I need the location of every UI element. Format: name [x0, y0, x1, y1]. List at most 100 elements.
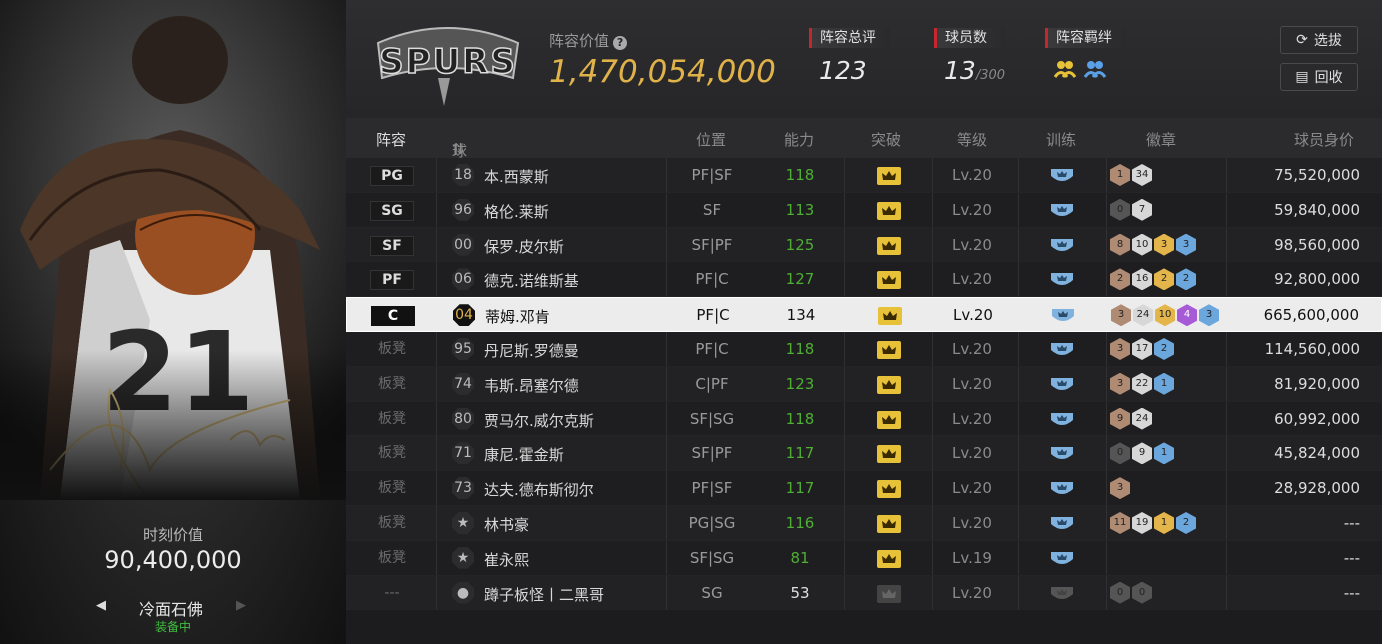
player-name[interactable]: 康尼.霍金斯	[484, 444, 564, 465]
player-name[interactable]: 韦斯.昂塞尔德	[484, 375, 579, 396]
badge-icon[interactable]: 2	[1110, 268, 1130, 291]
table-row[interactable]: PF 06 德克.诺维斯基 PF|C 127 Lv.20 2 16 2 2 92,800,000	[346, 262, 1382, 298]
badge-icon[interactable]: 3	[1176, 233, 1196, 256]
badge-icon[interactable]: 7	[1132, 198, 1152, 221]
badge-icon[interactable]: 1	[1154, 511, 1174, 534]
table-row[interactable]: PG 18 本.西蒙斯 PF|SF 118 Lv.20 1 34 75,520,000	[346, 158, 1382, 193]
table-row[interactable]: 板凳 ★ 林书豪 PG|SG 116 Lv.20 11 19 1 2 ---	[346, 505, 1382, 541]
player-name[interactable]: 蒂姆.邓肯	[485, 306, 550, 327]
badge-icon[interactable]: 17	[1132, 337, 1152, 360]
table-row[interactable]: C 04 蒂姆.邓肯 PF|C 134 Lv.20 3 24 10 4 3 665,600,000	[346, 297, 1382, 332]
badge-icon[interactable]: 22	[1132, 372, 1152, 395]
breakthrough-crown-icon[interactable]	[877, 480, 901, 499]
bond-gold-icon[interactable]	[1053, 58, 1077, 78]
breakthrough-crown-icon[interactable]	[877, 201, 901, 220]
lineup-slot[interactable]: 板凳	[370, 479, 414, 499]
badge-icon[interactable]: 1	[1154, 372, 1174, 395]
table-row[interactable]: SF 00 保罗.皮尔斯 SF|PF 125 Lv.20 8 10 3 3 98,560,000	[346, 227, 1382, 263]
badge-icon[interactable]: 10	[1155, 304, 1175, 327]
breakthrough-crown-icon[interactable]	[877, 375, 901, 394]
badge-icon[interactable]: 2	[1176, 268, 1196, 291]
badge-icon[interactable]: 19	[1132, 511, 1152, 534]
breakthrough-crown-icon[interactable]	[877, 514, 901, 533]
breakthrough-crown-icon[interactable]	[877, 340, 901, 359]
training-shield-icon[interactable]	[1049, 306, 1077, 326]
player-name[interactable]: 保罗.皮尔斯	[484, 236, 564, 257]
table-row[interactable]: 板凳 ★ 崔永熙 SF|SG 81 Lv.19 ---	[346, 540, 1382, 576]
badge-icon[interactable]: 1	[1154, 442, 1174, 465]
training-shield-icon[interactable]	[1048, 375, 1076, 395]
badge-icon[interactable]: 3	[1111, 304, 1131, 327]
badge-icon[interactable]: 9	[1132, 442, 1152, 465]
player-name[interactable]: 本.西蒙斯	[484, 166, 549, 187]
breakthrough-crown-icon[interactable]	[877, 167, 901, 185]
training-shield-icon[interactable]	[1048, 236, 1076, 256]
lineup-slot[interactable]: 板凳	[370, 340, 414, 360]
training-shield-icon[interactable]	[1048, 340, 1076, 360]
badge-icon[interactable]: 3	[1110, 477, 1130, 500]
table-row[interactable]: 板凳 80 贾马尔.威尔克斯 SF|SG 118 Lv.20 9 24 60,992,000	[346, 401, 1382, 437]
lineup-slot[interactable]: SG	[370, 200, 414, 221]
breakthrough-crown-icon[interactable]	[877, 271, 901, 290]
player-name[interactable]: 达夫.德布斯彻尔	[484, 479, 594, 500]
training-shield-icon[interactable]	[1048, 514, 1076, 534]
lineup-slot[interactable]: 板凳	[370, 549, 414, 569]
badge-icon[interactable]: 0	[1132, 581, 1152, 604]
lineup-slot[interactable]: 板凳	[370, 514, 414, 534]
training-shield-icon[interactable]	[1048, 201, 1076, 221]
training-shield-icon[interactable]	[1048, 584, 1076, 604]
player-name[interactable]: 蹲子板怪丨二黑哥	[484, 584, 604, 605]
table-row[interactable]: --- ● 蹲子板怪丨二黑哥 SG 53 Lv.20 0 0 ---	[346, 575, 1382, 611]
lineup-slot[interactable]: ---	[370, 584, 414, 604]
breakthrough-crown-icon[interactable]	[877, 549, 901, 568]
badge-icon[interactable]: 34	[1132, 164, 1152, 186]
lineup-slot[interactable]: 板凳	[370, 410, 414, 430]
help-icon[interactable]: ?	[613, 36, 628, 50]
lineup-slot[interactable]: 板凳	[370, 444, 414, 464]
breakthrough-crown-icon[interactable]	[877, 410, 901, 429]
badge-icon[interactable]: 9	[1110, 407, 1130, 430]
training-shield-icon[interactable]	[1048, 410, 1076, 430]
table-row[interactable]: 板凳 95 丹尼斯.罗德曼 PF|C 118 Lv.20 3 17 2 114,560,000	[346, 331, 1382, 367]
player-name[interactable]: 崔永熙	[484, 549, 529, 570]
player-name[interactable]: 林书豪	[484, 514, 529, 535]
badge-icon[interactable]: 2	[1176, 511, 1196, 534]
badge-icon[interactable]: 11	[1110, 511, 1130, 534]
badge-icon[interactable]: 8	[1110, 233, 1130, 256]
badge-icon[interactable]: 0	[1110, 442, 1130, 465]
badge-icon[interactable]: 10	[1132, 233, 1152, 256]
lineup-slot[interactable]: 板凳	[370, 375, 414, 395]
badge-icon[interactable]: 3	[1154, 233, 1174, 256]
training-shield-icon[interactable]	[1048, 479, 1076, 499]
breakthrough-crown-icon[interactable]	[877, 584, 901, 603]
badge-icon[interactable]: 16	[1132, 268, 1152, 291]
select-button[interactable]: ⟳ 选拔	[1280, 26, 1358, 54]
table-row[interactable]: SG 96 格伦.莱斯 SF 113 Lv.20 0 7 59,840,000	[346, 192, 1382, 228]
lineup-slot[interactable]: C	[371, 306, 415, 327]
training-shield-icon[interactable]	[1048, 549, 1076, 569]
training-shield-icon[interactable]	[1048, 270, 1076, 290]
player-name[interactable]: 德克.诺维斯基	[484, 270, 579, 291]
badge-icon[interactable]: 3	[1199, 304, 1219, 327]
breakthrough-crown-icon[interactable]	[877, 445, 901, 464]
player-name[interactable]: 格伦.莱斯	[484, 201, 549, 222]
training-shield-icon[interactable]	[1048, 444, 1076, 464]
lineup-slot[interactable]: PG	[370, 166, 414, 186]
badge-icon[interactable]: 24	[1132, 407, 1152, 430]
badge-icon[interactable]: 3	[1110, 337, 1130, 360]
next-card-icon[interactable]: ▶	[236, 598, 246, 613]
badge-icon[interactable]: 4	[1177, 304, 1197, 327]
lineup-slot[interactable]: PF	[370, 270, 414, 291]
badge-icon[interactable]: 3	[1110, 372, 1130, 395]
badge-icon[interactable]: 2	[1154, 268, 1174, 291]
breakthrough-crown-icon[interactable]	[877, 236, 901, 255]
lineup-slot[interactable]: SF	[370, 235, 414, 256]
recycle-button[interactable]: ▤ 回收	[1280, 63, 1358, 91]
badge-icon[interactable]: 24	[1133, 304, 1153, 327]
bond-blue-icon[interactable]	[1083, 58, 1107, 78]
table-row[interactable]: 板凳 73 达夫.德布斯彻尔 PF|SF 117 Lv.20 3 28,928,000	[346, 471, 1382, 506]
table-row[interactable]: 板凳 74 韦斯.昂塞尔德 C|PF 123 Lv.20 3 22 1 81,920,000	[346, 366, 1382, 402]
player-name[interactable]: 丹尼斯.罗德曼	[484, 340, 579, 361]
player-name[interactable]: 贾马尔.威尔克斯	[484, 410, 594, 431]
training-shield-icon[interactable]	[1048, 166, 1076, 186]
